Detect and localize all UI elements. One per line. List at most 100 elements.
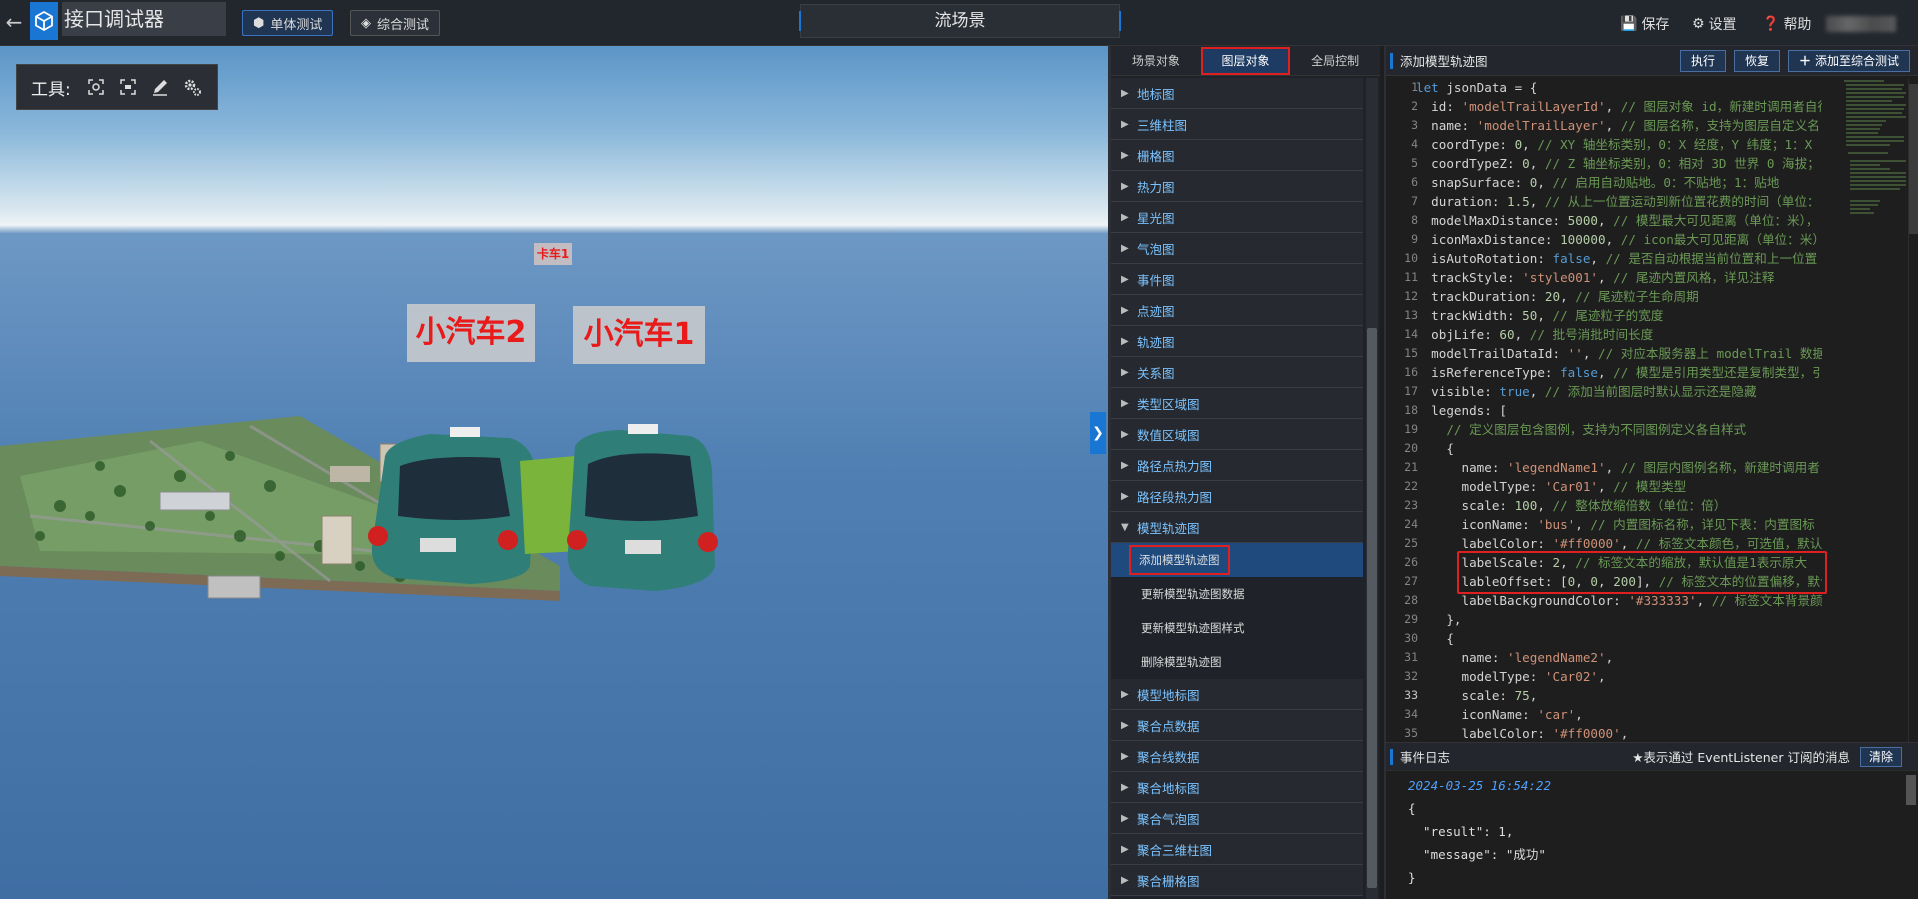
single-test-button[interactable]: ⬢ 单体测试: [242, 10, 334, 36]
code-token: ,: [1529, 384, 1545, 399]
menu-item[interactable]: ▶ 路径段热力图: [1111, 481, 1363, 512]
menu-item[interactable]: ▶ 聚合线数据: [1111, 741, 1363, 772]
code-line: modelType: 'Car02',: [1416, 667, 1822, 686]
collapse-panel-button[interactable]: ❯: [1090, 412, 1106, 454]
code-token: isAutoRotation:: [1416, 251, 1553, 266]
execute-button[interactable]: 执行: [1679, 49, 1726, 72]
menu-item[interactable]: ▶ 热力图: [1111, 171, 1363, 202]
car-1-model[interactable]: [567, 424, 718, 591]
code-token: trackDuration:: [1416, 289, 1545, 304]
code-token: // 模型类型: [1613, 479, 1687, 494]
car-2-model[interactable]: [368, 427, 535, 584]
menu-item[interactable]: ▶ 点迹图: [1111, 295, 1363, 326]
menu-item[interactable]: ▶ 数值区域图: [1111, 419, 1363, 450]
chevron-right-icon: ▶: [1121, 490, 1129, 502]
code-token: ,: [1582, 346, 1598, 361]
menu-item[interactable]: ▶ 模型地标图: [1111, 679, 1363, 710]
fullscreen-icon[interactable]: [117, 76, 139, 98]
submenu-item[interactable]: 更新模型轨迹图样式: [1111, 611, 1363, 645]
submenu-item[interactable]: 更新模型轨迹图数据: [1111, 577, 1363, 611]
submenu-item[interactable]: 添加模型轨迹图: [1111, 543, 1363, 577]
menu-item[interactable]: ▼ 模型轨迹图: [1111, 512, 1363, 543]
submenu-item[interactable]: 删除模型轨迹图: [1111, 645, 1363, 679]
menu-item[interactable]: ▶ 地标图: [1111, 78, 1363, 109]
code-scroll-thumb[interactable]: [1909, 84, 1918, 234]
code-token: ,: [1597, 270, 1614, 285]
code-token: ,: [1537, 175, 1553, 190]
menu-item-label: 数值区域图: [1137, 427, 1200, 443]
event-log-body[interactable]: 2024-03-25 16:54:22 { "result": 1, "mess…: [1386, 775, 1918, 889]
code-token: ,: [1529, 688, 1538, 703]
combined-test-button[interactable]: ◈ 综合测试: [350, 10, 441, 36]
code-header: 添加模型轨迹图 执行 恢复 ＋ 添加至综合测试: [1386, 46, 1918, 76]
gear-icon: ⚙: [1692, 16, 1705, 32]
menu-item-label: 聚合三维柱图: [1137, 842, 1213, 858]
menu-item[interactable]: ▶ 聚合栅格图: [1111, 865, 1363, 896]
code-token: ,: [1537, 498, 1553, 513]
code-token: iconMaxDistance:: [1416, 232, 1561, 247]
save-button[interactable]: 💾 保存: [1620, 14, 1669, 34]
code-token: ,: [1605, 99, 1621, 114]
menu-item[interactable]: ▶ 气泡图: [1111, 233, 1363, 264]
tab-global-control[interactable]: 全局控制: [1290, 47, 1380, 75]
chevron-right-icon: ▶: [1121, 242, 1129, 254]
back-arrow-icon[interactable]: ←: [0, 0, 28, 44]
log-line: }: [1408, 870, 1416, 885]
menu-tabs: 场景对象 图层对象 全局控制: [1111, 46, 1380, 76]
menu-item[interactable]: ▶ 关系图: [1111, 357, 1363, 388]
menu-item[interactable]: ▶ 事件图: [1111, 264, 1363, 295]
plus-icon: ＋: [1798, 54, 1811, 68]
city-scene: [0, 416, 718, 601]
code-editor[interactable]: 1 2 3 4 5 6 7 8 9 10 11 12 13 14 15 16 17 18 19 20 21 22 23 24 2…: [1386, 78, 1918, 742]
menu-scrollbar[interactable]: [1366, 78, 1378, 899]
menu-item-label: 模型地标图: [1137, 687, 1200, 703]
event-log-header: 事件日志 ★表示通过 EventListener 订阅的消息 清除: [1386, 743, 1918, 771]
restore-button[interactable]: 恢复: [1733, 49, 1780, 72]
code-token: ,: [1620, 726, 1629, 741]
chevron-right-icon: ❯: [1092, 425, 1104, 441]
menu-item[interactable]: ▶ 聚合三维柱图: [1111, 834, 1363, 865]
locate-icon[interactable]: [85, 76, 107, 98]
code-line: },: [1416, 610, 1822, 629]
code-token: 'bus': [1537, 517, 1576, 532]
settings-gears-icon[interactable]: [181, 76, 203, 98]
menu-item[interactable]: ▶ 轨迹图: [1111, 326, 1363, 357]
code-token: 20: [1544, 289, 1561, 304]
user-avatar[interactable]: [1826, 16, 1896, 32]
code-token: duration:: [1416, 194, 1507, 209]
help-button[interactable]: ❓ 帮助: [1762, 14, 1811, 34]
code-token: id:: [1416, 99, 1462, 114]
code-minimap[interactable]: [1842, 78, 1906, 258]
code-token: ,: [1590, 251, 1606, 266]
pencil-icon[interactable]: [149, 76, 171, 98]
menu-list: ▶ 地标图 ▶ 三维柱图 ▶ 栅格图 ▶ 热力图 ▶ 星光图 ▶ 气泡图 ▶ 事件图 ▶ 点迹图 ▶ 轨迹图 ▶ 关系…: [1111, 78, 1363, 899]
code-scrollbar[interactable]: [1908, 78, 1918, 742]
code-token: '#ff0000': [1552, 726, 1621, 741]
tab-scene-objects[interactable]: 场景对象: [1111, 47, 1201, 75]
chevron-right-icon: ▶: [1121, 366, 1129, 378]
menu-scroll-thumb[interactable]: [1367, 328, 1377, 888]
menu-item[interactable]: ▶ 聚合气泡图: [1111, 803, 1363, 834]
menu-item[interactable]: ▶ 三维柱图: [1111, 109, 1363, 140]
clear-log-button[interactable]: 清除: [1859, 746, 1902, 767]
code-token: ,: [1696, 593, 1712, 608]
cube-icon: ⬢: [253, 15, 265, 31]
menu-item[interactable]: ▶ 聚合地标图: [1111, 772, 1363, 803]
code-lines[interactable]: let jsonData = { id: 'modelTrailLayerId'…: [1416, 78, 1822, 742]
3d-viewport[interactable]: 工具: 卡车1 小汽车2 小汽车1 ❯: [0, 46, 1108, 899]
log-line: "result": 1,: [1408, 824, 1514, 839]
menu-item[interactable]: ▶ 聚合点数据: [1111, 710, 1363, 741]
tab-layer-objects[interactable]: 图层对象: [1200, 47, 1291, 75]
settings-button[interactable]: ⚙ 设置: [1692, 14, 1737, 34]
code-token: // 内置图标名称，详见下表：内置图标: [1590, 517, 1815, 532]
menu-item[interactable]: ▶ 类型区域图: [1111, 388, 1363, 419]
menu-item[interactable]: ▶ 路径点热力图: [1111, 450, 1363, 481]
code-token: // 模型最大可见距离（单位：米），: [1613, 213, 1819, 228]
menu-item[interactable]: ▶ 栅格图: [1111, 140, 1363, 171]
add-to-combined-button[interactable]: ＋ 添加至综合测试: [1787, 49, 1910, 72]
code-token: labelBackgroundColor:: [1416, 593, 1629, 608]
menu-item[interactable]: ▶ 星光图: [1111, 202, 1363, 233]
chevron-right-icon: ▶: [1121, 211, 1129, 223]
app-logo-icon: [30, 2, 58, 40]
log-scroll-thumb[interactable]: [1906, 775, 1916, 805]
